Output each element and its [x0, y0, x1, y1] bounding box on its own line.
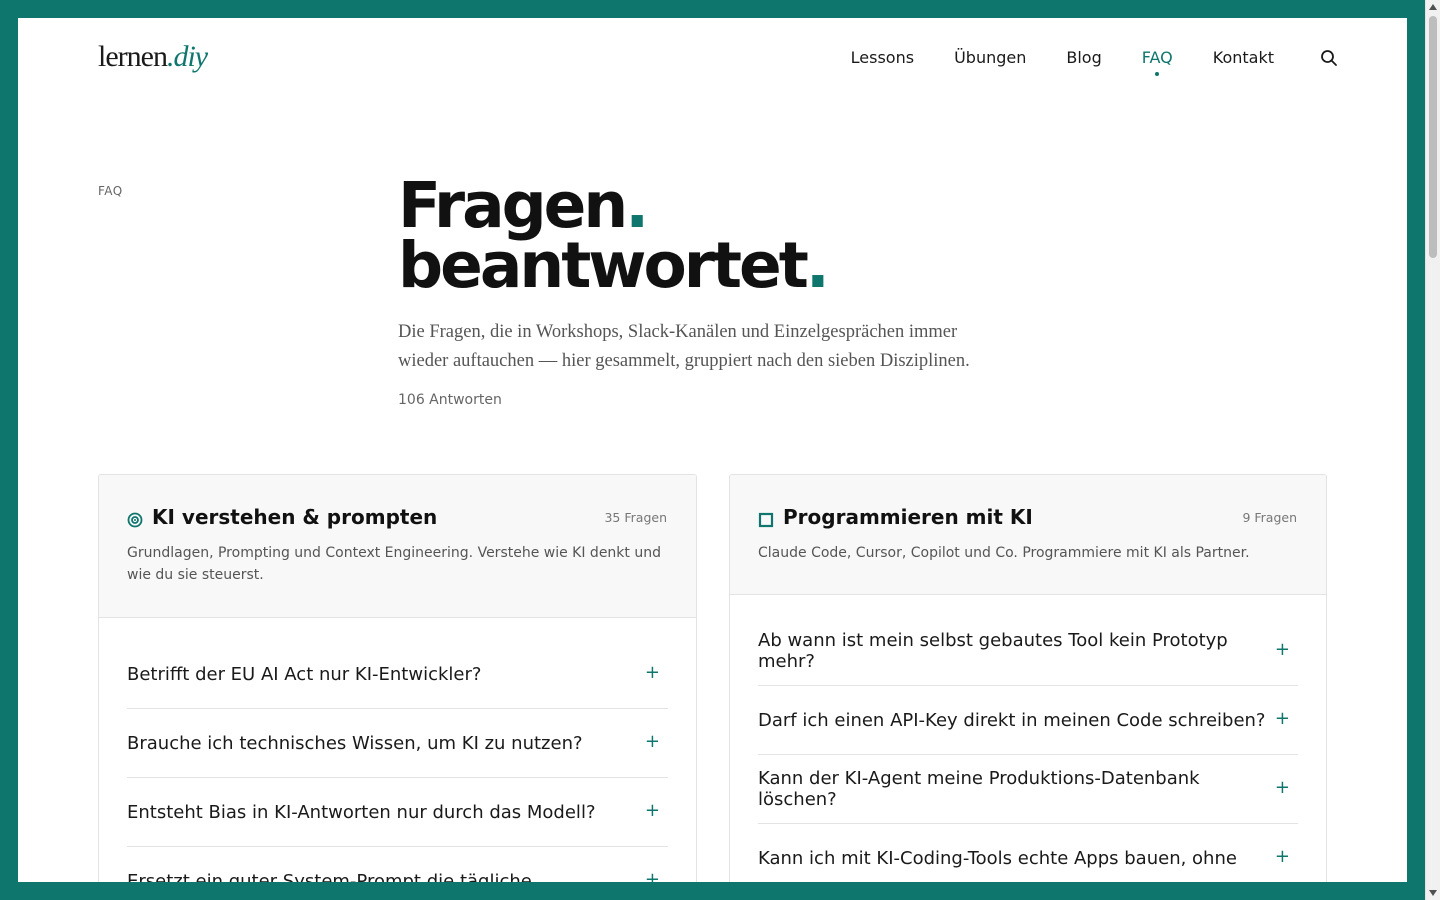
site-header: lernen.diy Lessons Übungen Blog FAQ Kont…	[18, 18, 1407, 98]
scroll-up-icon[interactable]	[1429, 4, 1437, 10]
question-count: 35 Fragen	[604, 510, 667, 525]
logo[interactable]: lernen.diy	[98, 40, 208, 74]
plus-icon: +	[644, 868, 660, 883]
question-item[interactable]: Kann ich mit KI-Coding-Tools echte Apps …	[758, 824, 1298, 882]
card-header: KI verstehen & prompten 35 Fragen Grundl…	[99, 475, 696, 618]
nav-blog[interactable]: Blog	[1066, 48, 1101, 68]
answer-count: 106 Antworten	[398, 392, 502, 408]
card-description: Grundlagen, Prompting und Context Engine…	[127, 545, 661, 583]
page-title: Fragen. beantwortet.	[398, 169, 830, 302]
plus-icon: +	[1274, 707, 1290, 729]
eye-icon	[127, 509, 143, 528]
category-card-ki-verstehen: KI verstehen & prompten 35 Fragen Grundl…	[98, 474, 697, 882]
question-item[interactable]: Kann der KI-Agent meine Produktions-Date…	[758, 755, 1298, 824]
scrollbar[interactable]	[1425, 0, 1440, 900]
plus-icon: +	[1274, 776, 1290, 798]
nav-kontakt[interactable]: Kontakt	[1213, 48, 1274, 68]
search-icon[interactable]	[1320, 49, 1338, 67]
scroll-down-icon[interactable]	[1429, 890, 1437, 896]
nav-uebungen[interactable]: Übungen	[954, 48, 1026, 68]
card-title: Programmieren mit KI	[758, 505, 1298, 529]
plus-icon: +	[644, 730, 660, 752]
square-icon	[758, 509, 774, 528]
scroll-thumb[interactable]	[1429, 16, 1437, 258]
question-item[interactable]: Ersetzt ein guter System-Prompt die tägl…	[127, 847, 668, 883]
card-title: KI verstehen & prompten	[127, 505, 668, 529]
card-header: Programmieren mit KI 9 Fragen Claude Cod…	[730, 475, 1326, 595]
plus-icon: +	[1274, 638, 1290, 660]
nav-faq[interactable]: FAQ	[1142, 48, 1173, 76]
nav-lessons[interactable]: Lessons	[851, 48, 914, 68]
category-card-programmieren: Programmieren mit KI 9 Fragen Claude Cod…	[729, 474, 1327, 882]
plus-icon: +	[1274, 845, 1290, 867]
question-list: Ab wann ist mein selbst gebautes Tool ke…	[730, 595, 1326, 882]
question-item[interactable]: Ab wann ist mein selbst gebautes Tool ke…	[758, 617, 1298, 686]
active-indicator	[1155, 72, 1160, 76]
question-count: 9 Fragen	[1242, 510, 1297, 525]
question-item[interactable]: Entsteht Bias in KI-Antworten nur durch …	[127, 778, 668, 847]
question-item[interactable]: Darf ich einen API-Key direkt in meinen …	[758, 686, 1298, 755]
plus-icon: +	[644, 661, 660, 683]
page: lernen.diy Lessons Übungen Blog FAQ Kont…	[18, 18, 1407, 882]
eyebrow-label: FAQ	[98, 184, 123, 198]
main-nav: Lessons Übungen Blog FAQ Kontakt	[811, 48, 1338, 76]
hero: Fragen. beantwortet. Die Fragen, die in …	[398, 169, 1018, 408]
hero-description: Die Fragen, die in Workshops, Slack-Kanä…	[398, 322, 970, 371]
question-list: Betrifft der EU AI Act nur KI-Entwickler…	[99, 618, 696, 882]
card-description: Claude Code, Cursor, Copilot und Co. Pro…	[758, 545, 1250, 561]
question-item[interactable]: Betrifft der EU AI Act nur KI-Entwickler…	[127, 640, 668, 709]
question-item[interactable]: Brauche ich technisches Wissen, um KI zu…	[127, 709, 668, 778]
plus-icon: +	[644, 799, 660, 821]
